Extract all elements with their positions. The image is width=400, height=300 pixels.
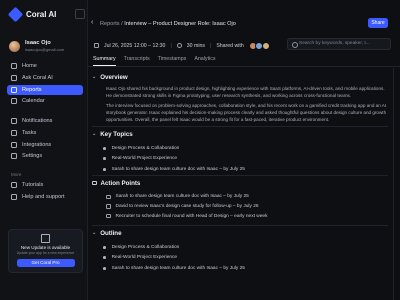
sidebar-item-calendar[interactable]: Calendar <box>7 96 83 106</box>
sidebar-item-ask-coral-ai[interactable]: Ask Coral AI <box>7 73 83 83</box>
user-profile[interactable]: Isaac Ojo isaacojoo@gmail.com <box>9 40 64 53</box>
list-item: Design Process & Collaboration <box>103 143 391 154</box>
list-item: Sarah to share design team culture doc w… <box>103 263 391 274</box>
tab-bar: Summary Transcripts Timestamps Analytics <box>93 56 216 66</box>
breadcrumb-current: Interview – Product Designer Role: Isaac… <box>124 20 236 27</box>
report-icon <box>11 86 17 93</box>
brand[interactable]: Coral AI <box>7 6 57 23</box>
promo-title: New Update is available <box>20 245 71 250</box>
sidebar-item-tasks[interactable]: Tasks <box>7 128 83 138</box>
user-name: Isaac Ojo <box>25 40 51 46</box>
get-pro-button[interactable]: Get Coral Pro <box>16 259 75 267</box>
list-item: Real-World Project Experience <box>103 154 391 165</box>
integrations-icon <box>11 141 17 148</box>
avatar <box>9 41 20 52</box>
avatar <box>261 41 270 50</box>
tab-transcripts[interactable]: Transcripts <box>124 56 150 66</box>
shared-with-label: Shared with <box>216 42 244 49</box>
sidebar-item-integrations[interactable]: Integrations <box>7 140 83 150</box>
action-points-header[interactable]: Action Points <box>92 179 391 187</box>
help-icon <box>11 193 17 200</box>
overview-header[interactable]: ⌄ Overview <box>92 73 391 81</box>
chevron-down-icon: ⌄ <box>92 230 97 236</box>
nav-main: Home Ask Coral AI Reports Calendar <box>7 61 83 108</box>
search-icon <box>292 41 298 48</box>
list-item: Real-World Project Experience <box>103 253 391 264</box>
outline-header[interactable]: ⌄ Outline <box>92 229 391 237</box>
logo-icon <box>7 6 24 23</box>
home-icon <box>11 63 17 69</box>
nav-secondary: Notifications Tasks Integrations Setting… <box>7 116 83 163</box>
action-item[interactable]: Sarah to share design team culture doc w… <box>106 192 391 202</box>
shared-avatars[interactable] <box>248 41 270 50</box>
overview-paragraph-2: The interview focused on problem-solving… <box>106 102 387 122</box>
sidebar: Coral AI Isaac Ojo isaacojoo@gmail.com H… <box>0 0 88 300</box>
nav-section-more: More <box>11 172 22 177</box>
checkbox[interactable] <box>106 204 111 209</box>
app-name: Coral AI <box>26 10 57 19</box>
meeting-datetime: Jul 26, 2025 12:00 – 12:30 <box>104 42 166 49</box>
sparkle-icon <box>11 74 17 81</box>
tab-analytics[interactable]: Analytics <box>194 56 215 66</box>
promo-subtitle: Update your app for a new experience <box>16 251 75 255</box>
box-icon <box>41 234 50 243</box>
app-window: Coral AI Isaac Ojo isaacojoo@gmail.com H… <box>0 0 400 300</box>
chevron-down-icon: ⌄ <box>92 74 97 80</box>
overview-section: ⌄ Overview Isaac Ojo shared his backgroun… <box>92 73 391 124</box>
tab-timestamps[interactable]: Timestamps <box>158 56 187 66</box>
meeting-meta: Jul 26, 2025 12:00 – 12:30 | 30 mins | S… <box>94 41 270 50</box>
sidebar-item-home[interactable]: Home <box>7 61 83 71</box>
nav-more: More Tutorials Help and support <box>7 168 83 204</box>
checkbox[interactable] <box>106 194 111 200</box>
calendar-icon <box>94 43 99 48</box>
sidebar-item-settings[interactable]: Settings <box>7 151 83 161</box>
back-arrow-icon[interactable]: ‹ <box>91 19 93 26</box>
sidebar-item-notifications[interactable]: Notifications <box>7 116 83 126</box>
breadcrumb-root[interactable]: Reports <box>100 21 120 27</box>
search-placeholder: Search by keywords, speaker, t... <box>299 41 370 46</box>
bell-icon <box>11 118 17 124</box>
search-input[interactable]: Search by keywords, speaker, t... <box>287 38 391 50</box>
checkbox-icon <box>92 180 97 186</box>
clock-icon <box>176 43 182 48</box>
update-promo-card: New Update is available Update your app … <box>8 229 83 273</box>
main-panel: ‹ Reports / Interview – Product Designer… <box>88 0 400 300</box>
checkbox[interactable] <box>106 213 111 219</box>
scrollbar[interactable] <box>393 68 394 300</box>
overview-paragraph-1: Isaac Ojo shared his background in produ… <box>106 86 385 98</box>
key-topics-section: ⌄ Key Topics Design Process & Collaborati… <box>92 130 391 175</box>
collapse-sidebar-icon[interactable] <box>75 9 85 19</box>
outline-section: ⌄ Outline Design Process & Collaboration … <box>92 229 391 274</box>
sidebar-item-tutorials[interactable]: Tutorials <box>7 180 83 190</box>
action-item[interactable]: David to review Isaac's design case stud… <box>106 202 391 212</box>
tab-summary[interactable]: Summary <box>93 56 116 66</box>
share-button[interactable]: Share <box>368 18 388 28</box>
chevron-down-icon: ⌄ <box>92 131 97 137</box>
action-item[interactable]: Recruiter to schedule final round with H… <box>106 211 391 221</box>
breadcrumb: Reports / Interview – Product Designer R… <box>100 21 236 27</box>
tutorial-icon <box>11 182 17 188</box>
list-item: Design Process & Collaboration <box>103 242 391 253</box>
list-item: Sarah to share design team culture doc w… <box>103 164 391 175</box>
action-points-section: Action Points Sarah to share design team… <box>92 179 391 221</box>
key-topics-header[interactable]: ⌄ Key Topics <box>92 130 391 138</box>
user-email: isaacojoo@gmail.com <box>25 47 65 52</box>
tasks-icon <box>11 129 17 136</box>
sidebar-item-help[interactable]: Help and support <box>7 192 83 202</box>
sidebar-item-reports[interactable]: Reports <box>7 84 83 95</box>
calendar-icon <box>11 98 17 105</box>
summary-content: ⌄ Overview Isaac Ojo shared his backgroun… <box>88 68 391 300</box>
header: ‹ Reports / Interview – Product Designer… <box>88 18 400 30</box>
meeting-duration: 30 mins <box>186 42 205 49</box>
gear-icon <box>11 153 17 160</box>
